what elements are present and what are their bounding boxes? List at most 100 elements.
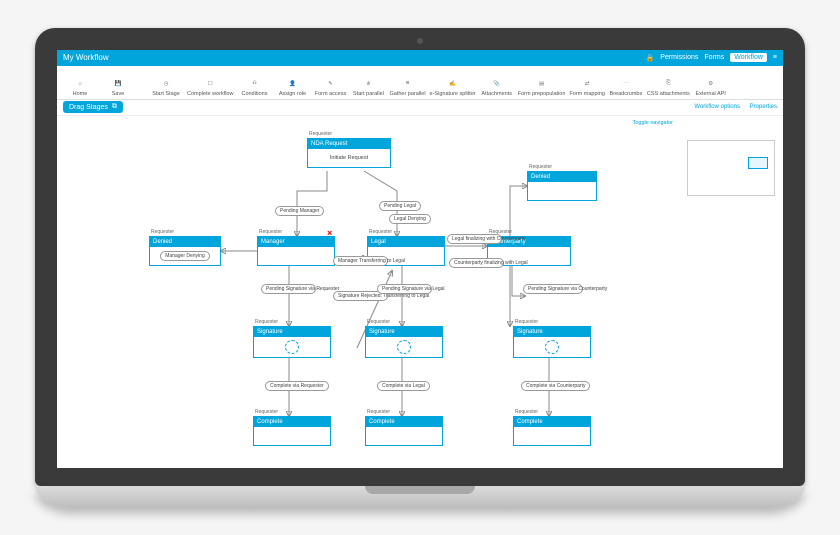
tool-complete-workflow-label: Complete workflow: [187, 91, 233, 97]
forms-link[interactable]: Forms: [704, 54, 724, 61]
tool-gather-parallel[interactable]: ⩎Gather parallel: [389, 77, 425, 97]
node-title: Denied: [150, 237, 220, 247]
tool-mapping-label: Form mapping: [569, 91, 604, 97]
node-complete-left[interactable]: Requester Complete: [253, 416, 331, 446]
node-role: Requester: [367, 409, 390, 415]
trackpad-notch: [365, 486, 475, 494]
node-role: Requester: [255, 409, 278, 415]
tool-conditions[interactable]: ⎌Conditions: [237, 77, 271, 97]
tool-external-api[interactable]: ⚙External API: [694, 77, 728, 97]
tool-form-mapping[interactable]: ⇄Form mapping: [569, 77, 604, 97]
tool-attachments[interactable]: 📎Attachments: [480, 77, 514, 97]
node-title: NDA Request: [308, 139, 390, 149]
node-body: Initiate Request: [308, 149, 390, 167]
tool-assign-role[interactable]: 👤Assign role: [275, 77, 309, 97]
node-role: Requester: [529, 164, 552, 170]
node-role: Requester: [369, 229, 392, 235]
tool-complete-workflow[interactable]: ☐Complete workflow: [187, 77, 233, 97]
conditions-icon: ⎌: [247, 77, 261, 91]
edge-label: Counterparty finalizing with Legal: [449, 258, 504, 268]
tool-conditions-label: Conditions: [241, 91, 267, 97]
tool-home[interactable]: ⌂Home: [63, 77, 97, 97]
tool-start-stage[interactable]: ◷Start Stage: [149, 77, 183, 97]
node-complete-right[interactable]: Requester Complete: [513, 416, 591, 446]
node-body: [366, 337, 442, 357]
tool-breadcrumbs[interactable]: ⋯Breadcrumbs: [609, 77, 643, 97]
tool-assign-role-label: Assign role: [279, 91, 306, 97]
minimap-viewport[interactable]: [748, 157, 768, 169]
merge-icon: ⩎: [401, 77, 415, 91]
toggle-navigator-link[interactable]: Toggle navigator: [633, 120, 673, 126]
node-role: Requester: [367, 319, 390, 325]
node-role: Requester: [515, 409, 538, 415]
edge-label: Pending Signature via Legal: [377, 284, 432, 294]
properties-link[interactable]: Properties: [750, 104, 777, 110]
check-icon: ☐: [203, 77, 217, 91]
pencil-icon: ✎: [323, 77, 337, 91]
node-signature-left[interactable]: Requester Signature: [253, 326, 331, 358]
minimap[interactable]: [687, 140, 775, 196]
tool-css-attachments[interactable]: ⎘CSS attachments: [647, 77, 690, 97]
node-denied-top[interactable]: Requester Denied: [527, 171, 597, 201]
node-nda-request[interactable]: Requester NDA Request Initiate Request: [307, 138, 391, 168]
tool-esignature-splitter[interactable]: ✍e-Signature splitter: [430, 77, 476, 97]
node-title: Signature: [366, 327, 442, 337]
signature-icon: ✍: [446, 77, 460, 91]
tool-start-parallel[interactable]: ⋔Start parallel: [351, 77, 385, 97]
titlebar-right: 🔒 Permissions Forms Workflow ≡: [646, 53, 777, 62]
tool-breadcrumbs-label: Breadcrumbs: [610, 91, 643, 97]
node-complete-mid[interactable]: Requester Complete: [365, 416, 443, 446]
tool-save-label: Save: [112, 91, 125, 97]
node-title: Manager: [258, 237, 334, 247]
workflow-button[interactable]: Workflow: [730, 53, 767, 62]
menu-icon[interactable]: ≡: [773, 54, 777, 61]
user-icon: 👤: [285, 77, 299, 91]
subbar-right: Workflow options Properties: [686, 104, 777, 110]
node-title: Legal: [368, 237, 444, 247]
node-signature-mid[interactable]: Requester Signature: [365, 326, 443, 358]
node-title: Complete: [366, 417, 442, 427]
permissions-link[interactable]: Permissions: [660, 54, 698, 61]
breadcrumb-icon: ⋯: [619, 77, 633, 91]
workflow-options-link[interactable]: Workflow options: [694, 104, 740, 110]
node-body: [254, 427, 330, 445]
mapping-icon: ⇄: [580, 77, 594, 91]
node-title: Complete: [254, 417, 330, 427]
drag-stages-chip[interactable]: Drag Stages ⧉: [63, 101, 123, 113]
node-body: [514, 427, 590, 445]
home-icon: ⌂: [73, 77, 87, 91]
signature-icon: [285, 340, 299, 354]
tool-start-parallel-label: Start parallel: [353, 91, 384, 97]
node-signature-right[interactable]: Requester Signature: [513, 326, 591, 358]
tool-attachments-label: Attachments: [481, 91, 512, 97]
tool-home-label: Home: [73, 91, 88, 97]
drag-stages-label: Drag Stages: [69, 104, 108, 111]
node-denied-left[interactable]: Requester Denied Manager Denying: [149, 236, 221, 266]
node-manager[interactable]: Requester Manager: [257, 236, 335, 266]
node-title: Signature: [514, 327, 590, 337]
save-icon: 💾: [111, 77, 125, 91]
delete-marker[interactable]: ×: [327, 228, 332, 238]
tool-form-prepopulation[interactable]: ▤Form prepopulation: [518, 77, 566, 97]
signature-icon: [397, 340, 411, 354]
signature-icon: [545, 340, 559, 354]
edge-label: Manager Transferring to Legal: [333, 256, 388, 266]
drag-icon: ⧉: [112, 103, 117, 111]
tool-css-label: CSS attachments: [647, 91, 690, 97]
tool-save[interactable]: 💾Save: [101, 77, 135, 97]
node-role: Requester: [515, 319, 538, 325]
clock-icon: ◷: [159, 77, 173, 91]
workflow-canvas[interactable]: Toggle navigator: [57, 116, 783, 468]
tool-form-access[interactable]: ✎Form access: [313, 77, 347, 97]
node-body: [254, 337, 330, 357]
lock-icon: 🔒: [646, 54, 655, 62]
api-icon: ⚙: [704, 77, 718, 91]
edge-label: Pending Legal: [379, 201, 421, 211]
edge-label: Pending Signature via Counterparty: [523, 284, 583, 294]
node-title: Complete: [514, 417, 590, 427]
node-body: [514, 337, 590, 357]
tool-gather-parallel-label: Gather parallel: [389, 91, 425, 97]
page-title: My Workflow: [63, 53, 109, 62]
titlebar: My Workflow 🔒 Permissions Forms Workflow…: [57, 50, 783, 66]
edge-label: Complete via Requester: [265, 381, 329, 391]
